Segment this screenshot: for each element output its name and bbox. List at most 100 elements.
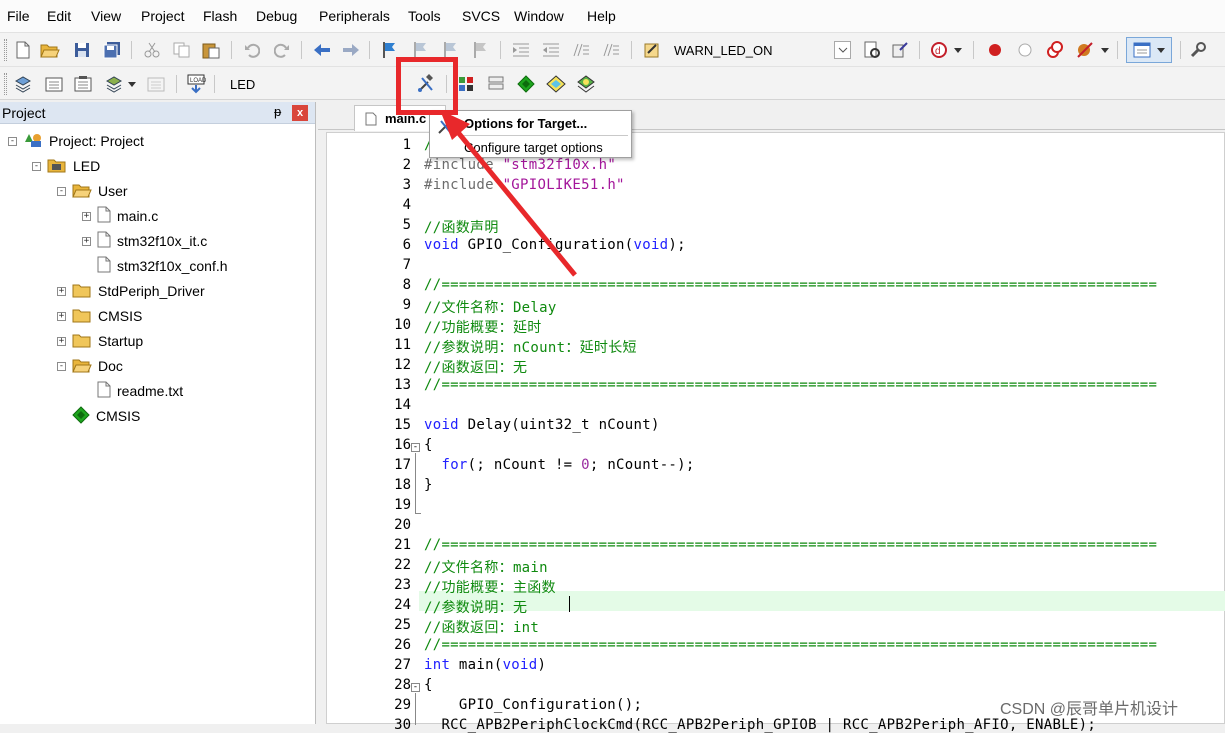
file-extensions-icon[interactable] <box>456 74 476 94</box>
highlight-box <box>396 57 458 115</box>
line-number: 15 <box>394 417 411 433</box>
project-panel-header: Project ᵽ x <box>0 102 315 124</box>
menu-peripherals[interactable]: Peripherals <box>319 8 390 24</box>
expand-icon[interactable]: + <box>82 236 91 246</box>
debug-icon[interactable]: d <box>929 40 949 60</box>
tree-item[interactable]: CMSIS <box>57 405 140 427</box>
debug-dropdown[interactable] <box>953 40 963 60</box>
menu-tools[interactable]: Tools <box>408 8 441 24</box>
menu-edit[interactable]: Edit <box>47 8 71 24</box>
menu-project[interactable]: Project <box>141 8 185 24</box>
fold-toggle[interactable]: - <box>411 443 420 452</box>
tree-item[interactable]: + StdPeriph_Driver <box>57 280 205 302</box>
file-icon <box>97 256 111 276</box>
find-in-files-icon[interactable] <box>642 40 662 60</box>
tree-item-label: stm32f10x_it.c <box>117 233 208 249</box>
configure-tools-icon[interactable] <box>1188 40 1208 60</box>
menu-window[interactable]: Window <box>514 8 564 24</box>
breakpoint-dropdown[interactable] <box>1100 40 1110 60</box>
expand-icon[interactable]: + <box>57 311 66 321</box>
expand-icon[interactable]: + <box>57 336 66 346</box>
menu-file[interactable]: File <box>7 8 30 24</box>
save-icon[interactable] <box>72 40 92 60</box>
menu-flash[interactable]: Flash <box>203 8 237 24</box>
batch-build-icon[interactable] <box>104 74 124 94</box>
unindent-icon[interactable] <box>541 40 561 60</box>
kill-breakpoints-icon[interactable] <box>1075 40 1095 60</box>
indent-icon[interactable] <box>511 40 531 60</box>
disable-all-breakpoints-icon[interactable] <box>1045 40 1065 60</box>
cmsis-component-icon <box>72 405 90 427</box>
menu-svcs[interactable]: SVCS <box>462 8 500 24</box>
tree-item-label: LED <box>73 158 101 174</box>
disable-breakpoint-icon[interactable] <box>1015 40 1035 60</box>
stop-build-icon[interactable] <box>146 74 166 94</box>
find-combo-dropdown[interactable] <box>834 41 851 59</box>
toolbar-grip[interactable] <box>4 39 7 61</box>
cut-icon[interactable] <box>142 40 162 60</box>
pin-icon[interactable]: ᵽ <box>274 104 281 119</box>
incremental-find-icon[interactable] <box>890 40 910 60</box>
line-number: 26 <box>394 637 411 653</box>
menu-debug[interactable]: Debug <box>256 8 297 24</box>
tooltip-divider <box>460 135 628 136</box>
tree-item[interactable]: + CMSIS <box>57 305 142 327</box>
tree-item[interactable]: - LED <box>32 155 100 177</box>
code-editor[interactable]: 1/2#include "stm32f10x.h"3#include "GPIO… <box>326 132 1225 733</box>
navigate-back-icon[interactable] <box>312 40 332 60</box>
code-line: { <box>424 677 433 693</box>
collapse-icon[interactable]: - <box>8 136 17 146</box>
project-panel-title: Project <box>2 105 46 121</box>
redo-icon[interactable] <box>272 40 292 60</box>
copy-icon[interactable] <box>172 40 192 60</box>
menu-help[interactable]: Help <box>587 8 616 24</box>
batch-build-dropdown[interactable] <box>127 74 137 94</box>
tree-item[interactable]: + Startup <box>57 330 143 352</box>
menu-bar: File Edit View Project Flash Debug Perip… <box>0 0 1225 32</box>
paste-icon[interactable] <box>201 40 221 60</box>
rebuild-icon[interactable] <box>73 74 93 94</box>
tree-item[interactable]: - Project: Project <box>8 130 144 152</box>
line-number: 21 <box>394 537 411 553</box>
expand-icon[interactable]: + <box>57 286 66 296</box>
tree-item[interactable]: + main.c <box>82 205 158 227</box>
tree-item[interactable]: - Doc <box>57 355 123 377</box>
undo-icon[interactable] <box>242 40 262 60</box>
tree-item[interactable]: readme.txt <box>82 380 183 402</box>
pack-installer-icon[interactable] <box>576 74 596 94</box>
toolbar-grip[interactable] <box>4 73 7 95</box>
menu-view[interactable]: View <box>91 8 121 24</box>
target-combo[interactable]: LED <box>230 74 255 95</box>
tree-item[interactable]: stm32f10x_conf.h <box>82 255 228 277</box>
close-icon[interactable]: x <box>292 105 308 121</box>
find-combo[interactable]: WARN_LED_ON <box>674 40 772 61</box>
manage-components-icon[interactable] <box>516 74 536 94</box>
new-file-icon[interactable] <box>13 40 33 60</box>
translate-icon[interactable] <box>13 74 33 94</box>
collapse-icon[interactable]: - <box>57 186 66 196</box>
save-all-icon[interactable] <box>102 40 122 60</box>
breakpoint-icon[interactable] <box>985 40 1005 60</box>
options-for-target-icon <box>436 117 454 135</box>
line-number: 7 <box>402 257 411 273</box>
line-number: 4 <box>402 197 411 213</box>
tree-item[interactable]: - User <box>57 180 128 202</box>
collapse-icon[interactable]: - <box>57 361 66 371</box>
tree-item[interactable]: + stm32f10x_it.c <box>82 230 207 252</box>
window-layout-button[interactable] <box>1126 37 1172 63</box>
fold-toggle[interactable]: - <box>411 683 420 692</box>
books-icon[interactable] <box>486 74 506 94</box>
navigate-forward-icon[interactable] <box>341 40 361 60</box>
open-folder-icon[interactable] <box>40 40 60 60</box>
line-number: 19 <box>394 497 411 513</box>
comment-icon[interactable] <box>571 40 591 60</box>
find-document-icon[interactable] <box>862 40 882 60</box>
uncomment-icon[interactable] <box>601 40 621 60</box>
expand-icon[interactable]: + <box>82 211 91 221</box>
download-icon[interactable]: LOAD <box>186 74 206 94</box>
code-line: //函数返回：无 <box>424 360 528 376</box>
collapse-icon[interactable]: - <box>32 161 41 171</box>
select-packs-icon[interactable] <box>546 74 566 94</box>
build-icon[interactable] <box>44 74 64 94</box>
clear-bookmarks-icon[interactable] <box>471 40 491 60</box>
